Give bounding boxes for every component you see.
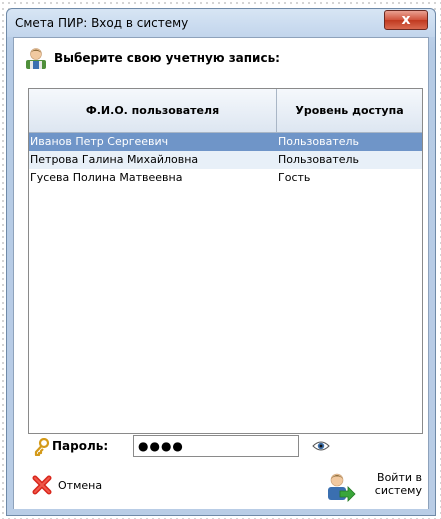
login-label: Войти в систему	[374, 471, 422, 497]
password-label: Пароль:	[52, 439, 109, 453]
title-bar[interactable]: Смета ПИР: Вход в систему x	[7, 9, 435, 37]
window-title: Смета ПИР: Вход в систему	[15, 16, 189, 30]
table-row[interactable]: Гусева Полина Матвеевна Гость	[29, 169, 422, 187]
cancel-button[interactable]: Отмена	[32, 472, 122, 500]
column-header-name[interactable]: Ф.И.О. пользователя	[29, 89, 277, 132]
close-icon: x	[401, 12, 411, 28]
table-row[interactable]: Петрова Галина Михайловна Пользователь	[29, 151, 422, 169]
dialog-body: Выберите свою учетную запись: Ф.И.О. пол…	[13, 37, 429, 509]
table-row[interactable]: Иванов Петр Сергеевич Пользователь	[29, 133, 422, 151]
access-level-cell: Пользователь	[278, 135, 360, 148]
access-level-cell: Гость	[278, 171, 311, 184]
login-button[interactable]: Войти в систему	[324, 467, 424, 507]
eye-icon[interactable]	[312, 439, 330, 453]
password-field[interactable]: ●●●●	[133, 435, 299, 457]
red-x-icon	[32, 475, 52, 495]
button-bar: Отмена Войти в систему	[14, 466, 428, 509]
user-name-cell: Петрова Галина Михайловна	[30, 153, 199, 166]
key-icon	[34, 438, 50, 456]
access-level-cell: Пользователь	[278, 153, 360, 166]
user-name-cell: Гусева Полина Матвеевна	[30, 171, 183, 184]
user-arrow-login-icon	[328, 473, 356, 502]
column-header-access[interactable]: Уровень доступа	[277, 89, 422, 132]
table-header: Ф.И.О. пользователя Уровень доступа	[29, 89, 422, 133]
user-account-icon	[26, 48, 46, 69]
account-header-text: Выберите свою учетную запись:	[54, 51, 280, 65]
cancel-label: Отмена	[58, 479, 103, 492]
close-button[interactable]: x	[384, 10, 428, 30]
user-name-cell: Иванов Петр Сергеевич	[30, 135, 169, 148]
login-dialog: Смета ПИР: Вход в систему x Выберите сво…	[6, 8, 436, 516]
users-table[interactable]: Ф.И.О. пользователя Уровень доступа Иван…	[28, 88, 423, 434]
